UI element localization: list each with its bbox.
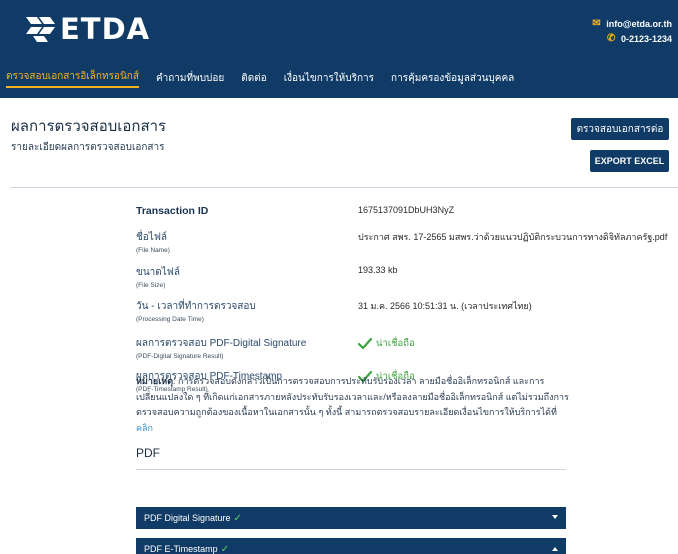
note-heading: หมายเหตุ <box>136 376 174 386</box>
nav-item-faq[interactable]: คำถามที่พบบ่อย <box>156 71 224 86</box>
logo-mark-icon <box>26 17 55 42</box>
signature-result-status: น่าเชื่อถือ <box>358 336 415 351</box>
check-icon: ✓ <box>220 543 230 554</box>
site-header: ETDA ✉ info@etda.or.th ✆ 0-2123-1234 ตรว… <box>0 0 678 98</box>
accordion-label: PDF E-Timestamp <box>144 544 218 554</box>
main-nav: ตรวจสอบเอกสารอิเล็กทรอนิกส์ คำถามที่พบบ่… <box>0 64 531 92</box>
transaction-row: Transaction ID 1675137091DbUH3NyZ <box>136 205 676 217</box>
file-name-sub: (File Name) <box>136 247 170 254</box>
brand-name: ETDA <box>60 12 151 46</box>
caret-down-icon <box>552 515 558 519</box>
nav-item-privacy[interactable]: การคุ้มครองข้อมูลส่วนบุคคล <box>391 71 514 86</box>
file-name-value: ประกาศ สพร. 17-2565 มสพร.ว่าด้วยแนวปฏิบั… <box>358 232 668 242</box>
signature-result-sub: (PDF-Digital Signature Result) <box>136 353 224 360</box>
signature-result-value: น่าเชื่อถือ <box>376 338 415 349</box>
signature-result-row: ผลการตรวจสอบ PDF-Digital Signature (PDF-… <box>136 336 676 360</box>
processing-time-sub: (Processing Date Time) <box>136 316 204 323</box>
caret-up-icon <box>552 547 558 551</box>
pdf-section-title: PDF <box>136 446 160 460</box>
etda-logo[interactable]: ETDA <box>22 12 150 46</box>
check-another-document-button[interactable]: ตรวจสอบเอกสารต่อ <box>571 118 669 140</box>
file-size-value: 193.33 kb <box>358 265 398 275</box>
accordion-pdf-digital-signature[interactable]: PDF Digital Signature ✓ <box>136 507 566 529</box>
file-size-label: ขนาดไฟล์ <box>136 267 181 278</box>
disclaimer-note: หมายเหตุ: การตรวจสอบดังกล่าวเป็นการตรวจส… <box>136 374 574 436</box>
file-size-row: ขนาดไฟล์ (File Size) 193.33 kb <box>136 265 676 289</box>
processing-time-value: 31 ม.ค. 2566 10:51:31 น. (เวลาประเทศไทย) <box>358 301 532 311</box>
processing-time-row: วัน - เวลาที่ทำการตรวจสอบ (Processing Da… <box>136 299 676 323</box>
page-subtitle: รายละเอียดผลการตรวจสอบเอกสาร <box>11 142 165 153</box>
nav-item-terms[interactable]: เงื่อนไขการให้บริการ <box>284 71 374 86</box>
export-excel-button[interactable]: EXPORT EXCEL <box>590 150 669 172</box>
page-title: ผลการตรวจสอบเอกสาร <box>11 118 167 135</box>
accordion-pdf-e-timestamp[interactable]: PDF E-Timestamp ✓ <box>136 538 566 554</box>
contact-info: ✉ info@etda.or.th ✆ 0-2123-1234 <box>592 16 672 46</box>
divider <box>10 187 678 188</box>
nav-item-document-check[interactable]: ตรวจสอบเอกสารอิเล็กทรอนิกส์ <box>6 69 139 88</box>
contact-phone[interactable]: ✆ 0-2123-1234 <box>592 31 672 46</box>
nav-item-contact[interactable]: ติดต่อ <box>241 71 267 86</box>
note-text: : การตรวจสอบดังกล่าวเป็นการตรวจสอบการประ… <box>136 376 569 417</box>
phone-icon: ✆ <box>606 33 616 44</box>
check-icon <box>358 338 372 349</box>
check-icon: ✓ <box>233 512 242 524</box>
contact-email[interactable]: ✉ info@etda.or.th <box>592 16 672 31</box>
mail-icon: ✉ <box>592 18 601 29</box>
file-name-row: ชื่อไฟล์ (File Name) ประกาศ สพร. 17-2565… <box>136 230 676 254</box>
file-size-sub: (File Size) <box>136 282 166 289</box>
contact-phone-text: 0-2123-1234 <box>620 33 672 44</box>
contact-email-text: info@etda.or.th <box>606 18 672 29</box>
accordion-label: PDF Digital Signature <box>144 513 231 523</box>
pdf-divider <box>136 469 566 470</box>
terms-link[interactable]: คลิก <box>136 423 153 433</box>
transaction-value: 1675137091DbUH3NyZ <box>358 205 455 215</box>
page-heading: ผลการตรวจสอบเอกสาร รายละเอียดผลการตรวจสอ… <box>11 114 166 155</box>
